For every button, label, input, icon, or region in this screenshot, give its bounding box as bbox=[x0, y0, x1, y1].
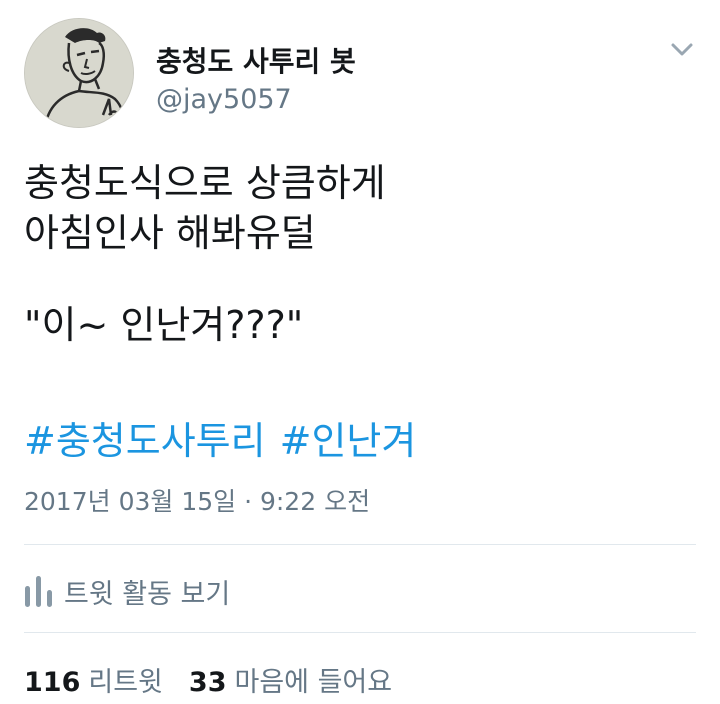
tweet-text: 충청도식으로 상큼하게 아침인사 해봐유덜 "이~ 인난겨???" bbox=[24, 158, 696, 350]
hashtag-link[interactable]: #인난겨 bbox=[280, 419, 417, 463]
tweet-timestamp[interactable]: 2017년 03월 15일 · 9:22 오전 bbox=[24, 482, 370, 518]
likes-stat[interactable]: 33 마음에 들어요 bbox=[189, 660, 392, 699]
retweets-stat[interactable]: 116 리트윗 bbox=[24, 660, 163, 699]
retweets-count: 116 bbox=[24, 667, 81, 698]
hashtag-row: #충청도사투리 #인난겨 bbox=[24, 416, 430, 466]
chevron-down-icon[interactable] bbox=[668, 40, 696, 60]
likes-count: 33 bbox=[188, 667, 227, 698]
divider bbox=[24, 544, 696, 545]
retweets-label: 리트윗 bbox=[88, 667, 163, 698]
tweet-header: 충청도 사투리 봇 @jay5057 bbox=[24, 18, 696, 130]
user-handle[interactable]: @jay5057 bbox=[156, 84, 292, 115]
avatar[interactable] bbox=[24, 18, 134, 128]
display-name[interactable]: 충청도 사투리 봇 bbox=[156, 40, 356, 80]
tweet-text-line: "이~ 인난겨???" bbox=[24, 303, 304, 347]
engagement-stats: 116 리트윗 33 마음에 들어요 bbox=[24, 660, 418, 699]
divider bbox=[24, 632, 696, 633]
view-activity-label: 트윗 활동 보기 bbox=[64, 578, 231, 610]
tweet-text-line: 충청도식으로 상큼하게 bbox=[24, 161, 386, 205]
likes-label: 마음에 들어요 bbox=[234, 667, 393, 698]
cartoon-man-avatar-icon bbox=[25, 19, 133, 127]
tweet-text-line: 아침인사 해봐유덜 bbox=[24, 211, 316, 255]
view-activity-button[interactable]: 트윗 활동 보기 bbox=[24, 566, 230, 616]
bar-chart-icon bbox=[25, 576, 52, 607]
hashtag-link[interactable]: #충청도사투리 bbox=[24, 419, 266, 463]
